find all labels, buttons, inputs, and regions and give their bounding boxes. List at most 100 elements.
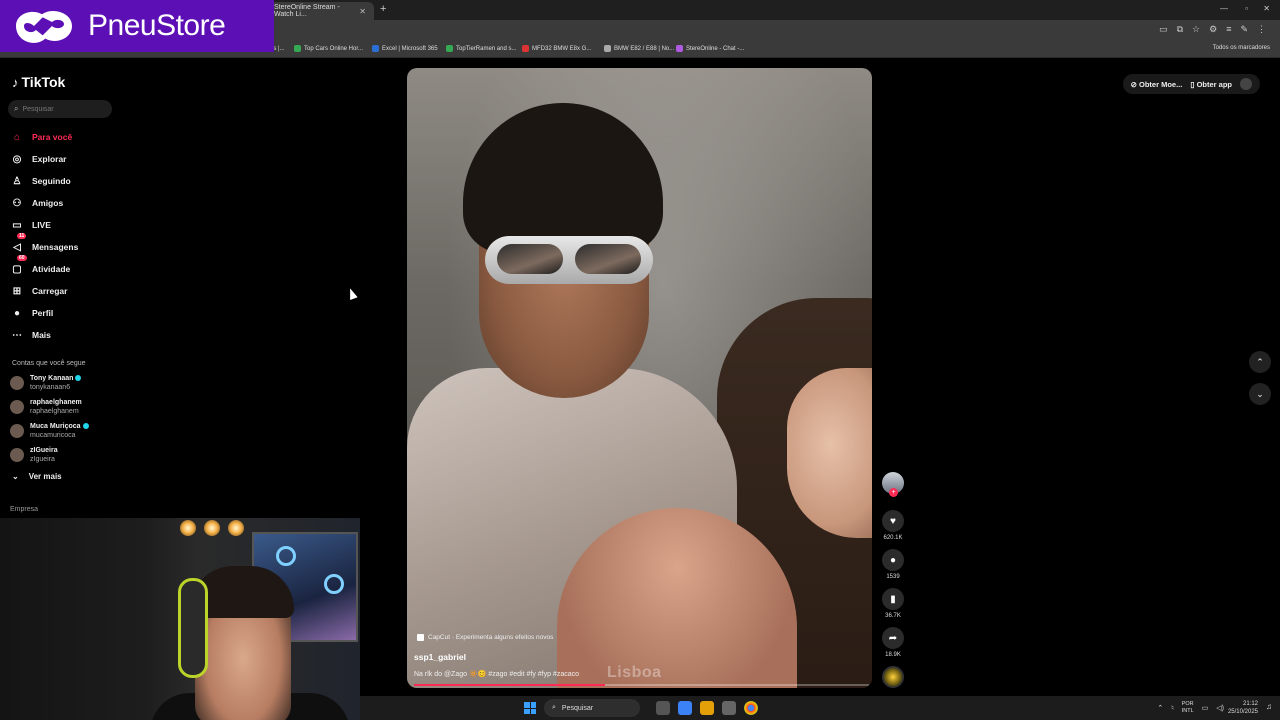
share-button[interactable]: ➦ 18.9K [878, 627, 908, 658]
heart-icon: ♥ [882, 510, 904, 532]
bookmark-label: Top Cars Online Hor... [304, 45, 364, 52]
tiktok-sidebar: ♪ TikTok ⌕ ⌂ Para você ◎ Explorar ♙ Seguindo ⚇… [0, 60, 360, 520]
copilot-icon[interactable] [678, 701, 692, 715]
tab-title: StereOnline Stream - Watch Li... [274, 4, 340, 18]
account-display-name-text: zIGueira [30, 447, 58, 454]
bookmark-item[interactable]: TopTierRamen and s... [446, 45, 516, 52]
network-icon[interactable]: ▭ [1202, 704, 1209, 712]
close-icon[interactable]: ✕ [359, 7, 366, 16]
taskbar-search[interactable]: ⌕ Pesquisar [544, 699, 640, 717]
search-icon: ⌕ [14, 104, 19, 113]
followed-account[interactable]: Muca Muriçoca mucamuricoca [10, 422, 89, 440]
sidebar-item-label: Carregar [32, 286, 68, 296]
sidebar-item-7[interactable]: ⊞ Carregar [10, 280, 78, 302]
search-box[interactable]: ⌕ [8, 100, 112, 118]
clock-date: 25/10/2025 [1227, 709, 1258, 715]
home-icon: ⌂ [13, 131, 21, 143]
previous-video-button[interactable]: ⌃ [1249, 351, 1271, 373]
browser-tab-active[interactable]: StereOnline Stream - Watch Li... ✕ [266, 2, 374, 20]
bookmark-item[interactable]: Top Cars Online Hor... [294, 45, 363, 52]
search-input[interactable] [22, 105, 103, 113]
taskbar-clock[interactable]: 21:12 25/10/2025 [1228, 700, 1258, 716]
capcut-effect-link[interactable]: CapCut · Experimenta alguns efeitos novo… [417, 634, 553, 641]
account-handle: tonykanaan6 [30, 384, 71, 391]
account-handle: mucamuricoca [30, 432, 76, 439]
close-window-icon[interactable]: ✕ [1263, 4, 1270, 13]
avatar [10, 424, 24, 438]
maximize-icon[interactable]: ▫ [1245, 4, 1248, 13]
microphone-icon[interactable]: ♮ [1171, 704, 1174, 712]
all-bookmarks-link[interactable]: Todos os marcadores [1213, 45, 1270, 51]
account-display-name: Tony Kanaan [30, 374, 82, 383]
account-handle: raphaelghanem [30, 408, 79, 415]
cast-icon[interactable]: ▭ [1159, 24, 1168, 35]
sidebar-item-2[interactable]: ♙ Seguindo [10, 170, 78, 192]
save-button[interactable]: ▮ 36.7K [878, 588, 908, 619]
sidebar-item-8[interactable]: ● Perfil [10, 302, 78, 324]
windows-start-icon[interactable] [524, 702, 536, 714]
bookmark-item[interactable]: MFD32 BMW E8x G... [522, 45, 591, 52]
like-button[interactable]: ♥ 620.1K [878, 510, 908, 541]
live-icon: ▭ [12, 219, 22, 231]
star-icon[interactable]: ☆ [1192, 24, 1200, 35]
tiktok-note-icon: ♪ [12, 74, 19, 90]
chrome-icon[interactable] [744, 701, 758, 715]
translate-icon[interactable]: ⧉ [1177, 24, 1183, 35]
bookmark-item[interactable]: BMW E82 / E88 | No... [604, 45, 674, 52]
author-avatar-button[interactable]: + [878, 472, 908, 497]
keyboard-layout: INTL [1181, 708, 1194, 714]
account-display-name-text: Tony Kanaan [30, 375, 74, 382]
file-explorer-icon[interactable] [700, 701, 714, 715]
sidebar-item-label: Amigos [32, 198, 64, 208]
light-bulb [204, 520, 220, 536]
video-description: Na rlk do @Zago 🔅😊 #zago #edit #fy #fyp … [414, 671, 580, 678]
search-icon: ⌕ [552, 704, 556, 711]
next-video-button[interactable]: ⌄ [1249, 383, 1271, 405]
followed-account[interactable]: Tony Kanaan tonykanaan6 [10, 374, 82, 392]
see-more-button[interactable]: ⌄ Ver mais [12, 472, 62, 481]
video-author[interactable]: ssp1_gabriel [414, 652, 466, 662]
sidebar-item-3[interactable]: ⚇ Amigos [10, 192, 78, 214]
get-app-button[interactable]: ▯ Obter app [1190, 80, 1232, 89]
account-display-name: raphaelghanem [30, 398, 82, 407]
music-disc-button[interactable] [878, 666, 908, 688]
profile-icon[interactable]: ≡ [1226, 24, 1231, 35]
store-icon[interactable] [722, 701, 736, 715]
minimize-icon[interactable]: — [1220, 4, 1228, 13]
menu-icon[interactable]: ⋮ [1257, 24, 1266, 35]
new-tab-button[interactable]: + [380, 3, 386, 15]
company-link[interactable]: Empresa [10, 506, 38, 513]
language-indicator[interactable]: POR INTL [1182, 701, 1194, 715]
video-player[interactable]: CapCut · Experimenta alguns efeitos novo… [407, 68, 872, 688]
followed-account[interactable]: raphaelghanem raphaelghanem [10, 398, 82, 416]
like-count: 620.1K [883, 535, 903, 541]
notification-bell-icon[interactable]: ♫ [1266, 702, 1272, 711]
comment-icon: ● [882, 549, 904, 571]
video-progress-bar[interactable] [414, 684, 869, 686]
sidebar-item-0[interactable]: ⌂ Para você [10, 126, 78, 148]
bookmark-item[interactable]: Excel | Microsoft 365 [372, 45, 438, 52]
fan-ring [324, 574, 344, 594]
bookmark-label: BMW E82 / E88 | No... [614, 45, 675, 52]
bookmark-item[interactable]: StereOnline - Chat -... [676, 45, 744, 52]
bookmark-label: TopTierRamen and s... [456, 45, 517, 52]
followed-account[interactable]: zIGueira zIgueira [10, 446, 58, 464]
sidebar-item-1[interactable]: ◎ Explorar [10, 148, 78, 170]
pneustore-logo-icon [16, 11, 72, 43]
pen-icon[interactable]: ✎ [1240, 24, 1248, 35]
windows-taskbar: ⌕ Pesquisar ⌃ ♮ POR INTL ▭ ◁) 21:12 25/1… [360, 696, 1280, 720]
follow-plus-icon[interactable]: + [889, 488, 898, 497]
task-view-icon[interactable] [656, 701, 670, 715]
user-avatar[interactable] [1240, 78, 1252, 90]
extensions-icon[interactable]: ⚙ [1209, 24, 1217, 35]
sidebar-item-6[interactable]: ▢ 60 Atividade [10, 255, 78, 280]
bookmark-favicon-icon [604, 45, 611, 52]
tiktok-logo[interactable]: ♪ TikTok [12, 74, 65, 90]
get-coins-button[interactable]: ⊘ Obter Moe... [1131, 80, 1183, 89]
comment-button[interactable]: ● 1539 [878, 549, 908, 580]
sidebar-item-label: Seguindo [32, 176, 71, 186]
chevron-up-icon[interactable]: ⌃ [1157, 704, 1163, 712]
volume-icon[interactable]: ◁) [1216, 704, 1224, 712]
sidebar-item-9[interactable]: ⋯ Mais [10, 324, 78, 346]
sidebar-nav: ⌂ Para você ◎ Explorar ♙ Seguindo ⚇ Amigos ▭ LIVE… [10, 126, 78, 346]
